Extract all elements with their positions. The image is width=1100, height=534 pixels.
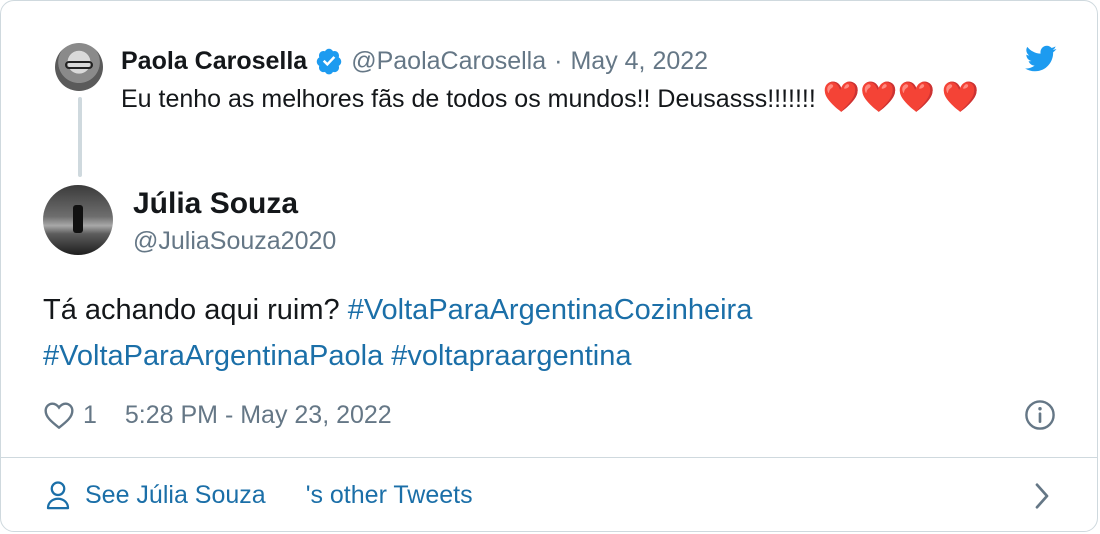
chevron-right-icon[interactable] [1031,481,1053,511]
parent-tweet-header: Paola Carosella @PaolaCarosella · May 4,… [121,43,708,79]
twitter-bird-icon[interactable] [1025,45,1057,73]
see-author-label[interactable]: See Júlia Souza [85,481,266,510]
avatar-figure [73,205,83,233]
parent-author-handle[interactable]: @PaolaCarosella [351,47,546,76]
hashtag-link[interactable]: #VoltaParaArgentinaPaola [43,340,383,372]
info-icon[interactable] [1024,399,1056,431]
footer-divider [1,457,1097,458]
avatar-glasses [65,61,93,69]
author-handle[interactable]: @JuliaSouza2020 [133,227,336,256]
verified-badge-icon [316,48,342,75]
hashtag-link[interactable]: #VoltaParaArgentinaCozinheira [348,294,753,326]
parent-author-name[interactable]: Paola Carosella [121,47,307,76]
parent-tweet-date[interactable]: May 4, 2022 [570,47,708,76]
hashtag-link[interactable]: #voltapraargentina [391,340,631,372]
author-name[interactable]: Júlia Souza [133,187,298,221]
tweet-meta: 1 5:28 PM - May 23, 2022 [43,397,392,433]
tweet-body: Tá achando aqui ruim? [43,294,348,326]
like-count: 1 [83,400,97,429]
see-other-tweets-link[interactable]: See Júlia Souza 's other Tweets [45,475,473,515]
parent-tweet-body: Eu tenho as melhores fãs de todos os mun… [121,85,816,113]
heart-emoji: ❤️ [941,81,980,114]
heart-emoji: ❤️ [860,81,898,114]
thread-line [78,97,82,177]
parent-avatar[interactable] [55,43,103,91]
heart-outline-icon[interactable] [43,400,75,430]
person-icon [46,481,70,510]
heart-emoji: ❤️ [897,81,935,114]
tweet-timestamp[interactable]: 5:28 PM - May 23, 2022 [125,401,392,430]
other-tweets-label[interactable]: 's other Tweets [306,481,473,510]
separator-dot: · [554,46,563,75]
tweet-text: Tá achando aqui ruim? #VoltaParaArgentin… [43,287,1053,379]
parent-tweet-text: Eu tenho as melhores fãs de todos os mun… [121,79,1061,118]
tweet-embed-card: Paola Carosella @PaolaCarosella · May 4,… [0,0,1098,532]
heart-emoji: ❤️ [822,81,861,114]
author-avatar[interactable] [43,185,113,255]
